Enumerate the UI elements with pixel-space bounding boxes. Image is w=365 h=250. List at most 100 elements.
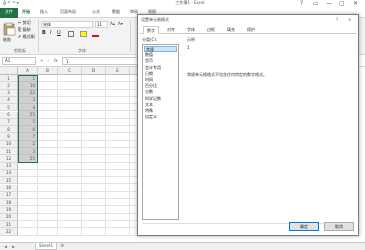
row-header[interactable]: 18: [0, 199, 18, 207]
row-header[interactable]: 17: [0, 191, 18, 200]
cell[interactable]: [106, 140, 130, 148]
cell[interactable]: [58, 104, 82, 112]
tab-file[interactable]: 文件: [0, 8, 18, 18]
cell[interactable]: [58, 162, 82, 170]
cell[interactable]: [38, 162, 58, 170]
row-header[interactable]: 14: [0, 169, 18, 178]
grow-font-icon[interactable]: A▴: [110, 22, 115, 26]
copy-button[interactable]: ⎘ 复制: [18, 28, 30, 32]
tab-formulas[interactable]: 公式: [92, 10, 100, 14]
cell[interactable]: [106, 96, 130, 105]
cell[interactable]: [82, 96, 106, 105]
formula-input[interactable]: 1: [62, 57, 138, 65]
cell[interactable]: [38, 75, 58, 83]
help-icon[interactable]: ?: [300, 0, 303, 7]
cell[interactable]: [38, 133, 58, 141]
cell[interactable]: [58, 148, 82, 156]
category-item[interactable]: 科学记数: [144, 96, 177, 102]
cell[interactable]: [38, 213, 58, 221]
add-sheet-icon[interactable]: ⊕: [60, 244, 64, 249]
cell[interactable]: [106, 221, 130, 229]
tab-page-layout[interactable]: 页面布局: [60, 10, 76, 14]
cell[interactable]: [106, 199, 130, 207]
cell[interactable]: [106, 75, 130, 83]
cell[interactable]: [38, 169, 58, 178]
category-item[interactable]: 分数: [144, 89, 177, 95]
cell[interactable]: [82, 75, 106, 83]
cell[interactable]: [82, 155, 106, 163]
confirm-entry-icon[interactable]: ✓: [47, 59, 50, 63]
tab-data[interactable]: 数据: [112, 10, 120, 14]
cell[interactable]: [106, 228, 130, 236]
cell[interactable]: [18, 169, 38, 178]
cell[interactable]: [82, 111, 106, 119]
cell[interactable]: [18, 191, 38, 200]
cell[interactable]: [58, 96, 82, 105]
row-header[interactable]: 21: [0, 221, 18, 229]
cell[interactable]: [38, 96, 58, 105]
cell[interactable]: [82, 184, 106, 192]
column-header[interactable]: E: [106, 67, 130, 75]
format-painter-button[interactable]: ✐ 格式刷: [18, 35, 35, 39]
cell[interactable]: [82, 104, 106, 112]
borders-icon[interactable]: [68, 31, 74, 37]
cell[interactable]: [58, 221, 82, 229]
category-item[interactable]: 货币: [144, 58, 177, 64]
ok-button[interactable]: 确定: [289, 222, 319, 231]
function-icon[interactable]: fx: [54, 59, 58, 63]
cell[interactable]: [106, 104, 130, 112]
cell[interactable]: [38, 184, 58, 192]
tab-border[interactable]: 边框: [204, 26, 218, 34]
cell[interactable]: [82, 191, 106, 200]
cell[interactable]: [106, 169, 130, 178]
row-header[interactable]: 20: [0, 213, 18, 221]
shrink-font-icon[interactable]: A▾: [118, 22, 123, 26]
cell[interactable]: [58, 82, 82, 90]
font-name-select[interactable]: 宋体: [41, 21, 93, 28]
cell[interactable]: [38, 199, 58, 207]
cell[interactable]: [38, 191, 58, 200]
cancel-button[interactable]: 取消: [324, 222, 354, 231]
cell[interactable]: [82, 169, 106, 178]
cell[interactable]: [106, 126, 130, 134]
row-header[interactable]: 2: [0, 82, 18, 90]
cell[interactable]: [106, 82, 130, 90]
cell[interactable]: [82, 82, 106, 90]
quick-access-toolbar[interactable]: ⎙ ↶ ↷ ▾: [3, 1, 19, 5]
cell[interactable]: [58, 213, 82, 221]
category-item[interactable]: 日期: [144, 71, 177, 77]
cancel-entry-icon[interactable]: ✕: [40, 59, 43, 63]
cell[interactable]: [18, 184, 38, 192]
cell[interactable]: [82, 162, 106, 170]
row-header[interactable]: 8: [0, 126, 18, 134]
cut-button[interactable]: ✂ 剪切: [18, 21, 31, 25]
font-color-icon[interactable]: [92, 31, 99, 37]
cell[interactable]: [58, 155, 82, 163]
row-header[interactable]: 10: [0, 140, 18, 148]
cell[interactable]: [58, 169, 82, 178]
cell[interactable]: [106, 155, 130, 163]
cell[interactable]: [38, 111, 58, 119]
cell[interactable]: [82, 148, 106, 156]
cell[interactable]: [38, 206, 58, 214]
tab-protection[interactable]: 保护: [244, 26, 258, 34]
cell[interactable]: [38, 126, 58, 134]
cell[interactable]: [58, 126, 82, 134]
cell[interactable]: [106, 148, 130, 156]
cell[interactable]: [106, 184, 130, 192]
cell[interactable]: [58, 177, 82, 185]
maximize-icon[interactable]: ▢: [339, 0, 345, 7]
cell[interactable]: [58, 206, 82, 214]
cell[interactable]: [38, 118, 58, 127]
fill-color-icon[interactable]: [80, 31, 87, 37]
cell[interactable]: [18, 162, 38, 170]
row-header[interactable]: 13: [0, 162, 18, 170]
column-header[interactable]: D: [82, 67, 106, 75]
cell[interactable]: [106, 213, 130, 221]
tab-alignment[interactable]: 对齐: [164, 26, 178, 34]
category-item[interactable]: 自定义: [144, 114, 177, 120]
cell[interactable]: [18, 199, 38, 207]
cell[interactable]: [18, 206, 38, 214]
cell[interactable]: [58, 199, 82, 207]
cell[interactable]: [38, 221, 58, 229]
